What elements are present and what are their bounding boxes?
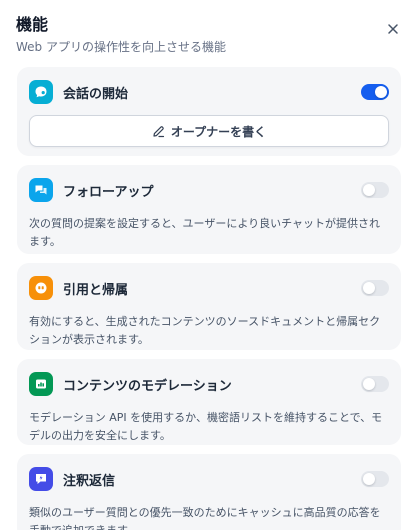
annotation-reply-icon (29, 467, 53, 491)
write-opener-button[interactable]: オープナーを書く (29, 115, 389, 147)
panel-subtitle: Web アプリの操作性を向上させる機能 (16, 40, 226, 54)
moderation-icon (29, 372, 53, 396)
feature-title: 引用と帰属 (63, 282, 129, 298)
features-panel: 機能 Web アプリの操作性を向上させる機能 会話の開始 オープナーを書く フォ… (0, 0, 416, 530)
close-button[interactable] (382, 18, 404, 40)
panel-header: 機能 Web アプリの操作性を向上させる機能 (16, 14, 400, 60)
feature-card-moderation: コンテンツのモデレーション モデレーション API を使用するか、機密語リストを… (17, 359, 401, 445)
feature-list: 会話の開始 オープナーを書く フォローアップ 次の質問の提案を設定すると、ユーザ… (17, 67, 401, 530)
write-opener-label: オープナーを書く (170, 124, 267, 139)
quote-icon (29, 276, 53, 300)
feature-title: 注釈返信 (63, 473, 116, 489)
feature-card-citations: 引用と帰属 有効にすると、生成されたコンテンツのソースドキュメントと帰属セクショ… (17, 263, 401, 350)
close-icon (388, 24, 398, 34)
moderation-toggle[interactable] (361, 376, 389, 392)
chat-bubble-icon (29, 80, 53, 104)
feature-description: 類似のユーザー質問との優先一致のためにキャッシュに高品質の応答を手動で追加できま… (29, 506, 381, 530)
feature-title: フォローアップ (63, 184, 154, 200)
feature-title: コンテンツのモデレーション (63, 378, 232, 394)
follow-up-toggle[interactable] (361, 182, 389, 198)
feature-title: 会話の開始 (63, 86, 129, 102)
conversation-opener-toggle[interactable] (361, 84, 389, 100)
pencil-icon (153, 125, 164, 137)
feature-card-conversation-opener: 会話の開始 オープナーを書く (17, 67, 401, 156)
follow-up-chat-icon (29, 178, 53, 202)
feature-description: 次の質問の提案を設定すると、ユーザーにより良いチャットが提供されます。 (29, 217, 381, 248)
feature-card-annotation-reply: 注釈返信 類似のユーザー質問との優先一致のためにキャッシュに高品質の応答を手動で… (17, 454, 401, 530)
feature-card-follow-up: フォローアップ 次の質問の提案を設定すると、ユーザーにより良いチャットが提供され… (17, 165, 401, 254)
feature-description: モデレーション API を使用するか、機密語リストを維持することで、モデルの出力… (29, 411, 383, 442)
feature-description: 有効にすると、生成されたコンテンツのソースドキュメントと帰属セクションが表示され… (29, 315, 381, 346)
panel-title: 機能 (16, 15, 49, 34)
annotation-reply-toggle[interactable] (361, 471, 389, 487)
citations-toggle[interactable] (361, 280, 389, 296)
